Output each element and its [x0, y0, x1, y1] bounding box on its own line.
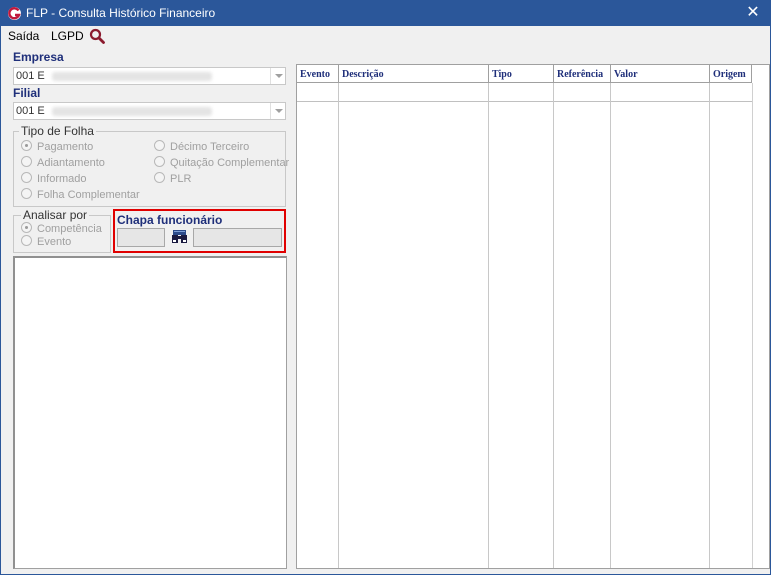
radio-informado[interactable]: Informado [21, 172, 87, 185]
chevron-down-icon[interactable] [270, 68, 285, 84]
col-header-referencia[interactable]: Referência [554, 65, 611, 83]
grid-column-line [709, 83, 710, 568]
grid-column-line [488, 83, 489, 568]
radio-quitacao-complementar[interactable]: Quitação Complementar [154, 156, 289, 169]
menu-item-saida[interactable]: Saída [8, 29, 39, 43]
tipo-folha-title: Tipo de Folha [19, 124, 96, 138]
app-logo-icon [8, 7, 21, 20]
grid-column-line [610, 83, 611, 568]
radio-icon [21, 188, 32, 199]
close-button[interactable]: ✕ [736, 1, 770, 26]
filial-value: 001 E [16, 105, 45, 117]
binoculars-icon[interactable] [171, 229, 188, 245]
radio-icon [21, 172, 32, 183]
col-header-tipo[interactable]: Tipo [489, 65, 554, 83]
radio-selected-icon [21, 222, 32, 233]
col-header-valor[interactable]: Valor [611, 65, 710, 83]
radio-icon [21, 156, 32, 167]
chapa-label: Chapa funcionário [117, 213, 223, 227]
radio-folha-complementar[interactable]: Folha Complementar [21, 188, 140, 201]
radio-evento[interactable]: Evento [21, 235, 71, 248]
radio-icon [154, 156, 165, 167]
left-list-panel[interactable] [13, 256, 287, 569]
radio-adiantamento[interactable]: Adiantamento [21, 156, 105, 169]
empresa-value: 001 E [16, 70, 45, 82]
filial-label: Filial [13, 86, 41, 100]
menu-item-lgpd[interactable]: LGPD [51, 29, 84, 43]
col-header-descricao[interactable]: Descrição [339, 65, 489, 83]
empresa-label: Empresa [13, 50, 64, 64]
radio-selected-icon [21, 140, 32, 151]
radio-decimo-terceiro[interactable]: Décimo Terceiro [154, 140, 249, 153]
close-icon: ✕ [746, 4, 760, 21]
filial-redacted-text [52, 107, 212, 116]
radio-plr[interactable]: PLR [154, 172, 191, 185]
radio-competencia[interactable]: Competência [21, 222, 102, 235]
menu-bar: Saída LGPD [1, 26, 770, 46]
vertical-scrollbar[interactable] [752, 83, 769, 568]
search-icon[interactable] [89, 28, 105, 44]
empresa-redacted-text [52, 72, 212, 81]
radio-pagamento[interactable]: Pagamento [21, 140, 93, 153]
chevron-down-icon[interactable] [270, 103, 285, 119]
grid-column-line [553, 83, 554, 568]
radio-icon [154, 172, 165, 183]
history-grid[interactable]: Evento Descrição Tipo Referência Valor O… [296, 64, 770, 569]
grid-header: Evento Descrição Tipo Referência Valor O… [297, 65, 752, 83]
radio-icon [154, 140, 165, 151]
title-bar: FLP - Consulta Histórico Financeiro ✕ [1, 1, 770, 26]
grid-column-line [338, 83, 339, 568]
col-header-origem[interactable]: Origem [710, 65, 752, 83]
window-title: FLP - Consulta Histórico Financeiro [26, 6, 216, 20]
radio-icon [21, 235, 32, 246]
chapa-name-field[interactable] [193, 228, 282, 247]
chapa-input[interactable] [117, 228, 165, 247]
filial-select[interactable]: 001 E [13, 102, 286, 120]
col-header-evento[interactable]: Evento [297, 65, 339, 83]
main-window: FLP - Consulta Histórico Financeiro ✕ Sa… [0, 0, 771, 575]
table-row[interactable] [297, 83, 752, 102]
empresa-select[interactable]: 001 E [13, 67, 286, 85]
analisar-por-title: Analisar por [21, 208, 90, 222]
